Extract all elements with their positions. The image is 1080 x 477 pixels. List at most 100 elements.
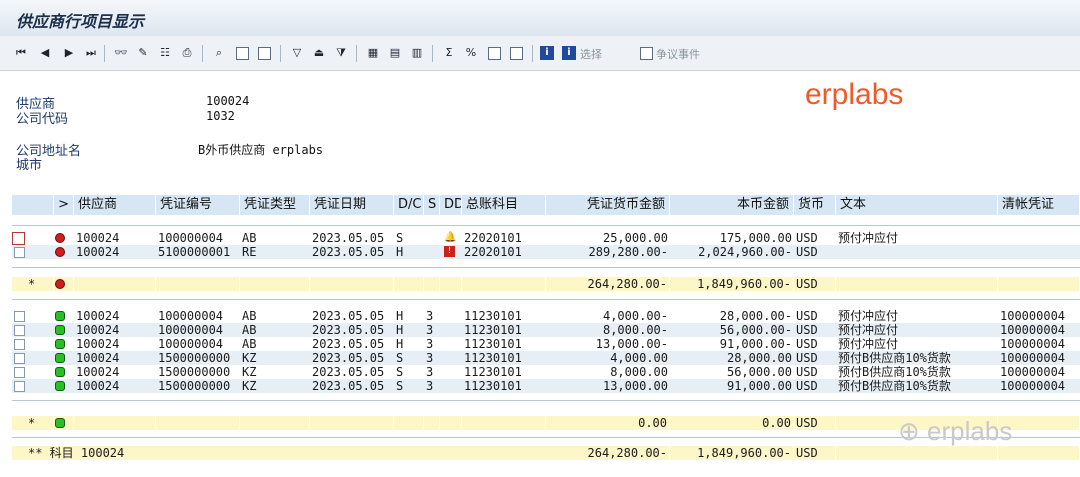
- doc-date-column: 2023.05.05: [310, 323, 394, 337]
- local-amount-column-header[interactable]: 本币金额: [670, 195, 794, 215]
- special-gl-column: 3: [424, 323, 440, 337]
- vendor-column-header[interactable]: 供应商: [74, 195, 156, 215]
- save-layout-icon[interactable]: ▥: [410, 46, 424, 60]
- doc-number-column: [156, 277, 240, 291]
- table-row[interactable]: 100024 100000004 AB 2023.05.05 H 3 11230101 4,0…: [12, 309, 1080, 323]
- text-column: 预付冲应付: [836, 337, 998, 351]
- table-row[interactable]: 100024 1500000000 KZ 2023.05.05 S 3 11230101 13…: [12, 379, 1080, 393]
- company-code-value: 1032: [206, 109, 235, 123]
- currency-column: USD: [794, 309, 836, 323]
- doc-amount-column: 4,000.00-: [546, 309, 670, 323]
- doc-amount-column-header[interactable]: 凭证货币金额: [546, 195, 670, 215]
- debit-credit-column: S: [394, 351, 424, 365]
- print-preview-icon[interactable]: ⎙: [180, 46, 194, 60]
- text-column: [836, 446, 998, 460]
- local-amount-column: 28,000.00-: [670, 309, 794, 323]
- wechat-icon: ⊕: [898, 416, 920, 446]
- expand-column-header[interactable]: >: [54, 195, 74, 215]
- dunning-column: [440, 323, 462, 337]
- glasses-icon[interactable]: 👓: [114, 46, 128, 60]
- doc-date-column-header[interactable]: 凭证日期: [310, 195, 394, 215]
- filter-icon[interactable]: ▽: [290, 46, 304, 60]
- table-row[interactable]: 100024 5100000001 RE 2023.05.05 H! 22020101 28…: [12, 245, 1080, 259]
- select-column-header[interactable]: [12, 195, 54, 215]
- select-layout-icon[interactable]: ▤: [388, 46, 402, 60]
- local-amount-column: 56,000.00-: [670, 323, 794, 337]
- row-select-checkbox[interactable]: [14, 247, 25, 258]
- currency-column: USD: [794, 351, 836, 365]
- clearing-doc-column: 100000004: [998, 323, 1080, 337]
- list-icon[interactable]: ☷: [158, 46, 172, 60]
- dispute-case-button[interactable]: 争议事件: [656, 46, 700, 62]
- clearing-doc-column-header[interactable]: 清帐凭证: [998, 195, 1080, 215]
- special-gl-column-header[interactable]: S: [424, 195, 440, 215]
- currency-column: USD: [794, 245, 836, 259]
- table-row[interactable]: 100024 100000004 AB 2023.05.05 H 3 11230101 8,0…: [12, 323, 1080, 337]
- filter-set-icon[interactable]: ⧩: [334, 46, 348, 60]
- select-column: *: [12, 416, 54, 430]
- row-select-checkbox[interactable]: [14, 339, 25, 350]
- info-icon[interactable]: i: [540, 46, 554, 60]
- gl-account-column: 22020101: [462, 231, 546, 245]
- select-info-icon[interactable]: i: [562, 46, 576, 60]
- subtotal-row: * 264,280.00- 1,849,960.00- USD: [12, 277, 1080, 291]
- vendor-column: 100024: [74, 309, 156, 323]
- select-column: [12, 351, 54, 365]
- local-amount-column: 56,000.00: [670, 365, 794, 379]
- row-select-checkbox[interactable]: [14, 367, 25, 378]
- row-select-checkbox[interactable]: [12, 232, 25, 245]
- row-select-checkbox[interactable]: [14, 381, 25, 392]
- select-column: [12, 323, 54, 337]
- debit-credit-column-header[interactable]: D/C: [394, 195, 424, 215]
- print-icon[interactable]: [510, 47, 523, 60]
- debit-credit-column: [394, 416, 424, 430]
- doc-type-column-header[interactable]: 凭证类型: [240, 195, 310, 215]
- select-column: [12, 245, 54, 259]
- doc-date-column: 2023.05.05: [310, 245, 394, 259]
- currency-column: USD: [794, 323, 836, 337]
- doc-number-column: 1500000000: [156, 365, 240, 379]
- document-icon[interactable]: [236, 47, 249, 60]
- row-select-checkbox[interactable]: [14, 311, 25, 322]
- table-row[interactable]: 100024 1500000000 KZ 2023.05.05 S 3 11230101 8,…: [12, 365, 1080, 379]
- doc-number-column: 1500000000: [156, 379, 240, 393]
- doc-amount-column: 8,000.00-: [546, 323, 670, 337]
- doc-number-column: 100000004: [156, 231, 240, 245]
- clearing-doc-column: 100000004: [998, 379, 1080, 393]
- gl-account-column-header[interactable]: 总账科目: [462, 195, 546, 215]
- row-select-checkbox[interactable]: [14, 353, 25, 364]
- sum-icon[interactable]: Σ: [442, 46, 456, 60]
- sort-icon[interactable]: ⏏: [312, 46, 326, 60]
- first-page-icon[interactable]: ⏮: [14, 46, 28, 60]
- gl-account-column: 22020101: [462, 245, 546, 259]
- clearing-doc-column: 100000004: [998, 365, 1080, 379]
- select-button[interactable]: 选择: [580, 46, 602, 62]
- last-page-icon[interactable]: ⏭: [84, 46, 98, 60]
- table-layout-icon[interactable]: ▦: [366, 46, 380, 60]
- details-icon[interactable]: [258, 47, 271, 60]
- pencil-icon[interactable]: ✎: [136, 46, 150, 60]
- dispute-icon[interactable]: [640, 47, 653, 60]
- table-row[interactable]: 100024 1500000000 KZ 2023.05.05 S 3 11230101 4,…: [12, 351, 1080, 365]
- row-divider: [12, 267, 1080, 268]
- subtotal-icon[interactable]: %: [464, 46, 478, 60]
- dunning-column-header[interactable]: DD: [440, 195, 462, 215]
- next-page-icon[interactable]: ▶: [62, 46, 76, 60]
- doc-amount-column: 289,280.00-: [546, 245, 670, 259]
- table-row[interactable]: 100024 100000004 AB 2023.05.05 S 🔔 22020101 25,…: [12, 231, 1080, 245]
- blocked-flag-icon: !: [444, 246, 455, 257]
- dunning-column: !: [440, 245, 462, 259]
- text-column-header[interactable]: 文本: [836, 195, 998, 215]
- row-select-checkbox[interactable]: [14, 325, 25, 336]
- export-icon[interactable]: [488, 47, 501, 60]
- doc-number-column-header[interactable]: 凭证编号: [156, 195, 240, 215]
- vendor-column: 100024: [74, 337, 156, 351]
- table-row[interactable]: 100024 100000004 AB 2023.05.05 H 3 11230101 13,…: [12, 337, 1080, 351]
- find-icon[interactable]: ⌕: [212, 46, 226, 60]
- clearing-doc-column: [998, 446, 1080, 460]
- doc-amount-column: 13,000.00-: [546, 337, 670, 351]
- previous-page-icon[interactable]: ◀: [38, 46, 52, 60]
- currency-column-header[interactable]: 货币: [794, 195, 836, 215]
- doc-type-column: AB: [240, 323, 310, 337]
- doc-date-column: [310, 416, 394, 430]
